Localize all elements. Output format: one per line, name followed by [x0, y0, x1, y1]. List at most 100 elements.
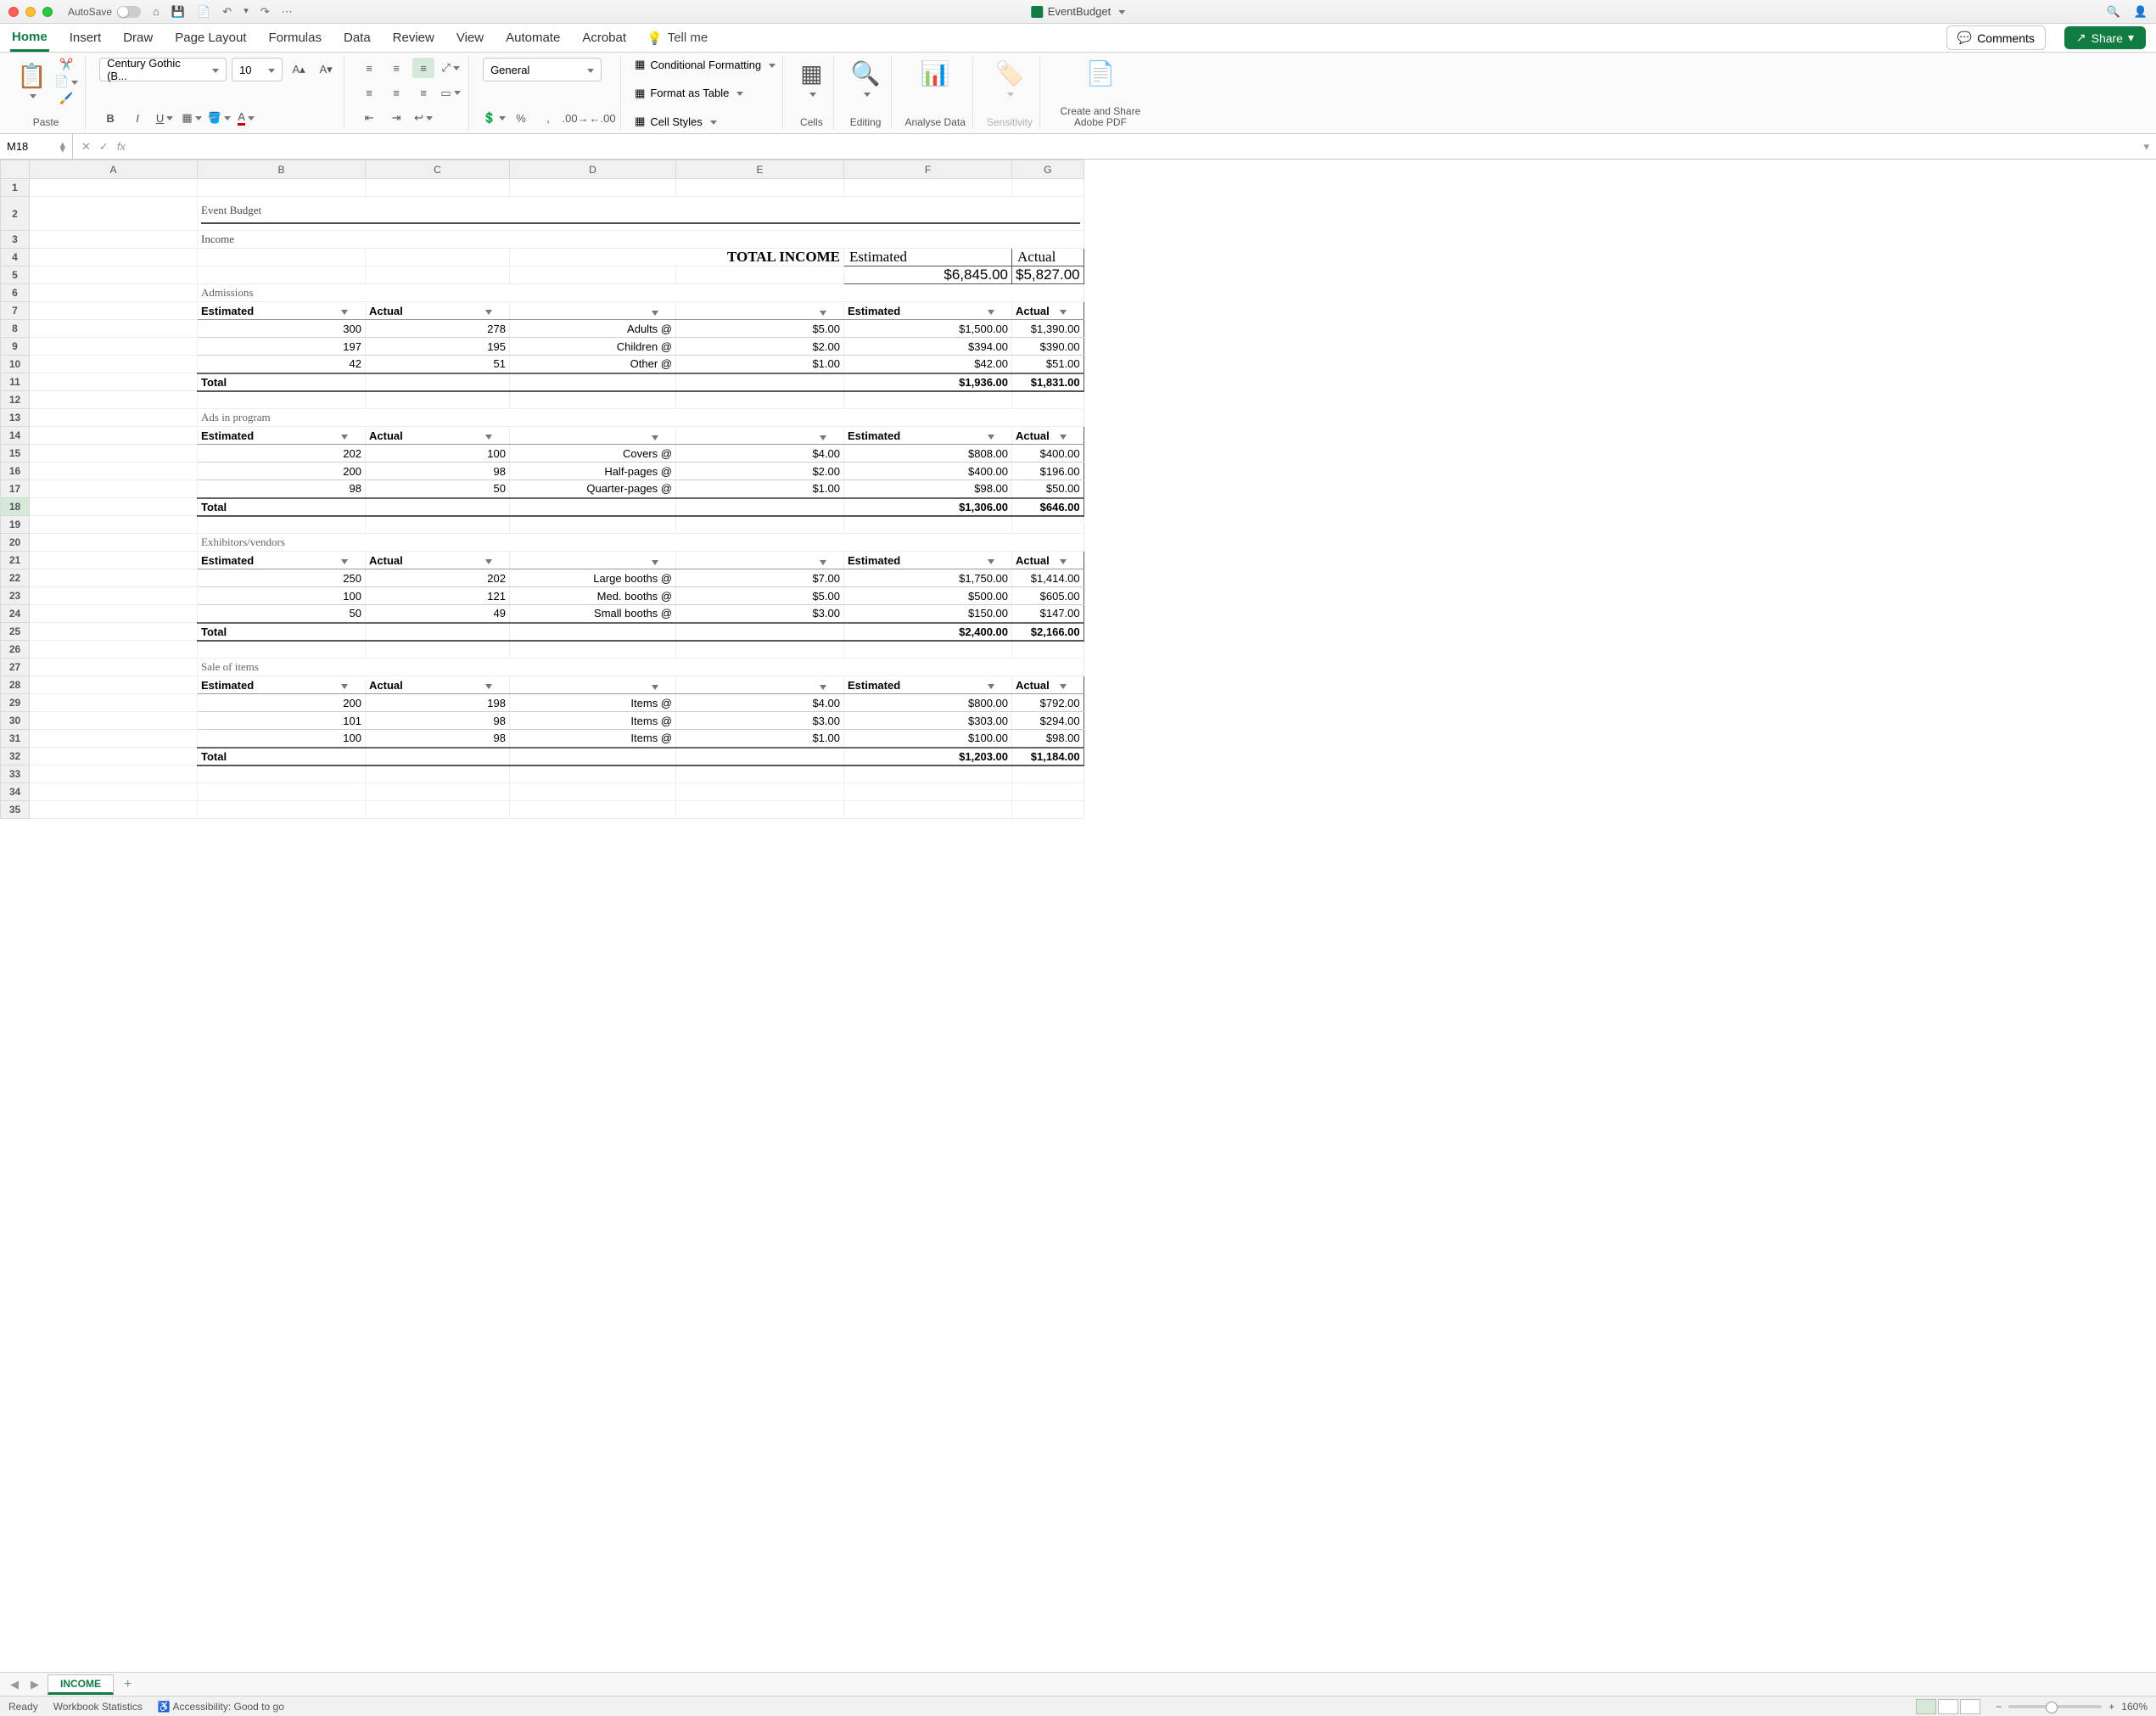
increase-font-icon[interactable]: A▴: [288, 59, 310, 80]
comma-icon[interactable]: ,: [537, 108, 559, 128]
tab-view[interactable]: View: [455, 25, 485, 50]
table-cell[interactable]: $4.00: [676, 694, 844, 712]
table-cell[interactable]: $1,390.00: [1012, 320, 1084, 338]
cells-button[interactable]: ▦: [797, 58, 826, 101]
table-header-cell[interactable]: [676, 552, 844, 569]
filter-icon[interactable]: [820, 311, 826, 316]
copy-icon[interactable]: 📄: [55, 75, 78, 88]
table-cell[interactable]: $7.00: [676, 569, 844, 587]
table-cell[interactable]: 50: [198, 605, 366, 623]
column-header[interactable]: D: [510, 160, 676, 179]
column-header[interactable]: F: [844, 160, 1012, 179]
row-header[interactable]: 26: [1, 641, 30, 659]
borders-button[interactable]: ▦: [181, 108, 203, 128]
row-header[interactable]: 18: [1, 498, 30, 516]
enter-icon[interactable]: ✓: [99, 140, 109, 154]
document-title[interactable]: EventBudget: [1031, 5, 1125, 18]
toggle-switch[interactable]: [117, 6, 141, 18]
tab-insert[interactable]: Insert: [68, 25, 104, 50]
table-header-cell[interactable]: [676, 302, 844, 320]
table-cell[interactable]: Small booths @: [510, 605, 676, 623]
font-name-dropdown[interactable]: Century Gothic (B...: [99, 58, 227, 81]
zoom-out-button[interactable]: −: [1996, 1701, 2002, 1713]
table-cell[interactable]: $800.00: [844, 694, 1012, 712]
number-format-dropdown[interactable]: General: [483, 58, 602, 81]
row-header[interactable]: 34: [1, 783, 30, 801]
table-header-cell[interactable]: Estimated: [198, 302, 366, 320]
filter-icon[interactable]: [988, 435, 994, 440]
normal-view-button[interactable]: [1916, 1699, 1936, 1714]
table-cell[interactable]: $1.00: [676, 730, 844, 748]
row-header[interactable]: 32: [1, 748, 30, 765]
table-header-cell[interactable]: Actual: [366, 676, 510, 694]
row-header[interactable]: 30: [1, 712, 30, 730]
column-header[interactable]: G: [1012, 160, 1084, 179]
bold-button[interactable]: B: [99, 108, 121, 128]
table-cell[interactable]: 200: [198, 694, 366, 712]
table-cell[interactable]: $2.00: [676, 338, 844, 356]
undo-icon[interactable]: ↶: [222, 5, 232, 19]
table-cell[interactable]: $3.00: [676, 605, 844, 623]
accounting-icon[interactable]: 💲: [483, 108, 505, 128]
filter-icon[interactable]: [652, 435, 658, 440]
filter-icon[interactable]: [341, 559, 348, 564]
table-header-cell[interactable]: [510, 302, 676, 320]
row-header[interactable]: 28: [1, 676, 30, 694]
zoom-slider[interactable]: [2008, 1705, 2102, 1708]
align-bottom-icon[interactable]: ≡: [412, 58, 434, 78]
table-cell[interactable]: 98: [366, 712, 510, 730]
sheet-tab-income[interactable]: INCOME: [48, 1674, 114, 1695]
table-cell[interactable]: $50.00: [1012, 480, 1084, 498]
table-cell[interactable]: $147.00: [1012, 605, 1084, 623]
accessibility-status[interactable]: ♿ Accessibility: Good to go: [158, 1701, 284, 1713]
adobe-button[interactable]: 📄: [1054, 58, 1147, 89]
table-cell[interactable]: $4.00: [676, 445, 844, 463]
wrap-text-icon[interactable]: ↩: [412, 108, 434, 128]
tab-home[interactable]: Home: [10, 25, 49, 52]
tab-acrobat[interactable]: Acrobat: [580, 25, 628, 50]
row-header[interactable]: 21: [1, 552, 30, 569]
table-cell[interactable]: Items @: [510, 694, 676, 712]
table-header-cell[interactable]: Estimated: [844, 427, 1012, 445]
table-cell[interactable]: 100: [198, 730, 366, 748]
filter-icon[interactable]: [1060, 310, 1067, 315]
row-header[interactable]: 14: [1, 427, 30, 445]
add-sheet-button[interactable]: +: [119, 1677, 137, 1692]
table-cell[interactable]: Items @: [510, 712, 676, 730]
table-cell[interactable]: Other @: [510, 356, 676, 373]
share-button[interactable]: ↗ Share ▾: [2064, 26, 2146, 49]
filter-icon[interactable]: [485, 435, 492, 440]
orientation-icon[interactable]: ⤢: [440, 58, 462, 78]
autosave-toggle[interactable]: AutoSave: [68, 6, 141, 18]
decrease-font-icon[interactable]: A▾: [315, 59, 337, 80]
table-cell[interactable]: $808.00: [844, 445, 1012, 463]
table-cell[interactable]: $98.00: [844, 480, 1012, 498]
table-cell[interactable]: 200: [198, 463, 366, 480]
undo-dropdown[interactable]: ▾: [244, 5, 249, 19]
table-header-cell[interactable]: Actual: [1012, 676, 1084, 694]
table-header-cell[interactable]: Estimated: [198, 676, 366, 694]
fx-icon[interactable]: fx: [117, 140, 126, 154]
row-header[interactable]: 35: [1, 801, 30, 819]
table-cell[interactable]: 300: [198, 320, 366, 338]
table-header-cell[interactable]: Estimated: [198, 427, 366, 445]
row-header[interactable]: 22: [1, 569, 30, 587]
row-header[interactable]: 29: [1, 694, 30, 712]
table-header-cell[interactable]: [510, 676, 676, 694]
tab-page-layout[interactable]: Page Layout: [173, 25, 248, 50]
row-header[interactable]: 6: [1, 284, 30, 302]
filter-icon[interactable]: [988, 684, 994, 689]
row-header[interactable]: 9: [1, 338, 30, 356]
table-cell[interactable]: $1,414.00: [1012, 569, 1084, 587]
table-cell[interactable]: $1.00: [676, 480, 844, 498]
workbook-stats[interactable]: Workbook Statistics: [53, 1701, 143, 1713]
table-cell[interactable]: 250: [198, 569, 366, 587]
row-header[interactable]: 24: [1, 605, 30, 623]
filter-icon[interactable]: [652, 685, 658, 690]
table-header-cell[interactable]: Actual: [1012, 552, 1084, 569]
save-as-icon[interactable]: 📄: [197, 5, 210, 19]
tab-review[interactable]: Review: [391, 25, 436, 50]
column-header[interactable]: A: [30, 160, 198, 179]
table-cell[interactable]: Half-pages @: [510, 463, 676, 480]
table-cell[interactable]: Items @: [510, 730, 676, 748]
